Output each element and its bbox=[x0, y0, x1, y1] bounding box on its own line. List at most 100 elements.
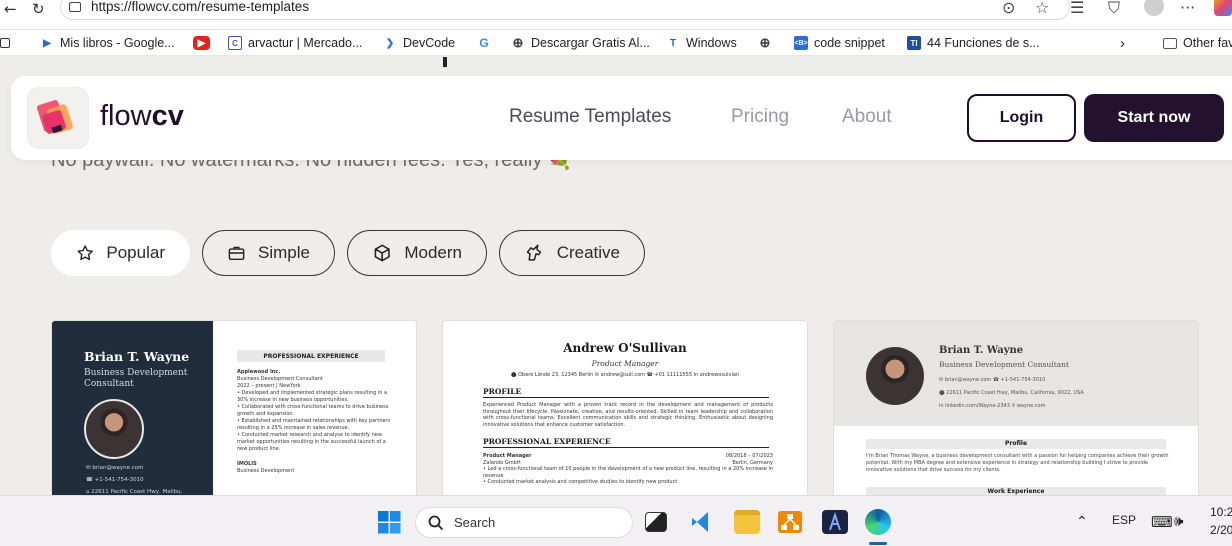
resume-dates: 2022 – present | NewYork bbox=[237, 383, 301, 389]
resume-role: Business Development Consultant bbox=[84, 368, 188, 389]
bookmark-item[interactable]: ⊕ bbox=[758, 35, 772, 51]
bookmark-item[interactable]: ⊕ Descargar Gratis Al... bbox=[511, 35, 650, 51]
volume-icon[interactable]: 🕪 bbox=[1174, 513, 1183, 530]
bookmark-item[interactable]: ▶ bbox=[193, 35, 210, 51]
resume-contact: ☎ +1-541-754-3010 bbox=[86, 477, 144, 483]
resume-profile: I'm Brian Thomas Wayne, a business devel… bbox=[866, 453, 1169, 473]
template-card-3[interactable]: Brian T. Wayne Business Development Cons… bbox=[833, 320, 1199, 495]
filter-label: Simple bbox=[258, 243, 310, 262]
copilot-icon[interactable] bbox=[1214, 0, 1232, 16]
resume-company: IMOLIS bbox=[237, 461, 257, 467]
cube-icon bbox=[374, 244, 390, 262]
resume-bullet: • Conducted market research and analyse … bbox=[237, 432, 386, 452]
resume-experience: Product Manager 08/2018 – 07/2023 Zalando… bbox=[483, 453, 773, 486]
site-header: flowcv Resume Templates Pricing About Lo… bbox=[11, 76, 1232, 160]
bookmark-overflow-icon[interactable] bbox=[0, 35, 10, 51]
resume-bullet-text: Developed and implemented strategic plan… bbox=[237, 390, 388, 403]
logo-text-light: flow bbox=[100, 100, 152, 132]
resume-bullet-text: Conducted market analysis and competitiv… bbox=[487, 479, 678, 485]
windows-taskbar: Search ⌃ ESP ⌨ 🕪 10:2 2/20 bbox=[0, 495, 1232, 546]
clock-time[interactable]: 10:2 bbox=[1210, 505, 1232, 519]
resume-bullet-text: Established and maintained relationships… bbox=[237, 418, 391, 431]
taskbar-search[interactable]: Search bbox=[415, 507, 633, 538]
more-menu-icon[interactable]: ··· bbox=[1180, 0, 1195, 17]
resume-position: Business Development Consultant bbox=[237, 376, 323, 382]
resume-name: Andrew O'Sullivan bbox=[563, 341, 687, 355]
template-card-2[interactable]: Andrew O'Sullivan Product Manager ⬤ Ober… bbox=[442, 320, 808, 495]
filter-simple[interactable]: Simple bbox=[202, 230, 335, 276]
flowcv-logo-icon[interactable] bbox=[27, 87, 89, 149]
resume-profile: Experienced Product Manager with a prove… bbox=[483, 402, 773, 428]
windows-start-icon[interactable] bbox=[378, 511, 401, 534]
globe-icon: ⊕ bbox=[759, 35, 771, 50]
language-indicator[interactable]: ESP bbox=[1112, 513, 1136, 527]
resume-contact: ✉ brian@wayne.com bbox=[86, 465, 144, 471]
shield-icon[interactable]: ⛉ bbox=[1108, 0, 1120, 18]
avatar bbox=[866, 347, 924, 405]
login-button[interactable]: Login bbox=[967, 94, 1076, 142]
edge-browser-icon[interactable] bbox=[865, 509, 891, 535]
unicorn-icon bbox=[526, 244, 542, 261]
vscode-icon[interactable] bbox=[689, 510, 715, 534]
bookmark-label: Windows bbox=[686, 36, 737, 50]
resume-section-header: PROFESSIONAL EXPERIENCE bbox=[483, 437, 769, 448]
play-books-icon: ▶ bbox=[43, 37, 51, 49]
nav-pricing[interactable]: Pricing bbox=[731, 106, 789, 128]
resume-bullet: • Established and maintained relationshi… bbox=[237, 418, 391, 431]
bookmark-label: Mis libros - Google... bbox=[60, 36, 175, 50]
favorites-list-icon[interactable]: ☰ bbox=[1070, 0, 1084, 17]
logo-wordmark[interactable]: flowcv bbox=[100, 100, 184, 133]
profile-avatar-icon[interactable] bbox=[1144, 0, 1164, 16]
clock-date[interactable]: 2/20 bbox=[1210, 523, 1232, 537]
chevron-right-icon[interactable]: › bbox=[1120, 35, 1125, 52]
resume-name: Brian T. Wayne bbox=[84, 349, 190, 364]
youtube-icon: ▶ bbox=[193, 36, 210, 50]
network-icon[interactable]: ⌨ bbox=[1151, 513, 1173, 531]
nav-resume-templates[interactable]: Resume Templates bbox=[509, 106, 671, 128]
bookmark-item[interactable]: T Windows bbox=[666, 35, 737, 51]
bookmark-label: code snippet bbox=[814, 36, 885, 50]
active-app-indicator bbox=[869, 542, 887, 545]
windows-t-icon: T bbox=[669, 37, 677, 49]
resume-bullet-text: Collaborated with cross-functional teams… bbox=[237, 404, 389, 417]
reload-icon[interactable]: ↻ bbox=[32, 0, 45, 18]
start-now-button[interactable]: Start now bbox=[1084, 94, 1224, 142]
address-bar[interactable]: https://flowcv.com/resume-templates bbox=[60, 0, 1070, 20]
file-explorer-icon[interactable] bbox=[734, 510, 760, 534]
resume-section-header: PROFILE bbox=[483, 387, 769, 398]
task-view-icon[interactable] bbox=[645, 512, 667, 532]
resume-company: Applewood Inc. bbox=[237, 369, 281, 375]
bookmark-label: 44 Funciones de s... bbox=[927, 36, 1040, 50]
devcode-icon: ❯ bbox=[385, 37, 395, 49]
bookmark-item[interactable]: ❯ DevCode bbox=[383, 35, 455, 51]
url-text[interactable]: https://flowcv.com/resume-templates bbox=[91, 0, 309, 14]
logo-text-bold: cv bbox=[151, 100, 184, 132]
search-icon bbox=[428, 515, 444, 530]
scroll-artifact bbox=[443, 57, 447, 67]
draw-io-icon[interactable] bbox=[777, 510, 803, 534]
resume-contact: ⬤ Obere Lände 23, 12345 Berlin ✉ andrew@… bbox=[510, 372, 740, 378]
other-favorites[interactable]: Other fav bbox=[1163, 35, 1232, 51]
filter-label: Creative bbox=[556, 243, 620, 262]
filter-creative[interactable]: Creative bbox=[499, 230, 645, 276]
ti-icon: TI bbox=[907, 36, 921, 50]
bookmark-item[interactable]: <B> code snippet bbox=[794, 35, 885, 51]
browser-toolbar: ← ↻ https://flowcv.com/resume-templates … bbox=[0, 0, 1232, 30]
filter-popular[interactable]: Popular bbox=[51, 230, 190, 276]
nav-about[interactable]: About bbox=[842, 106, 892, 128]
favorite-star-icon[interactable]: ☆ bbox=[1035, 0, 1049, 17]
bookmark-item[interactable]: ▶ Mis libros - Google... bbox=[40, 35, 175, 51]
back-arrow-icon[interactable]: ← bbox=[4, 0, 17, 18]
template-card-1[interactable]: Brian T. Wayne Business Development Cons… bbox=[51, 320, 417, 495]
bookmark-item[interactable]: G bbox=[477, 35, 491, 51]
app-a-icon[interactable] bbox=[822, 510, 848, 534]
other-favorites-label: Other fav bbox=[1183, 36, 1232, 50]
bookmark-item[interactable]: TI 44 Funciones de s... bbox=[907, 35, 1040, 51]
google-icon: G bbox=[479, 36, 489, 50]
filter-modern[interactable]: Modern bbox=[347, 230, 487, 276]
reader-mode-icon[interactable]: ⊙ bbox=[1002, 0, 1015, 17]
resume-bullet: • Led a cross-functional team of 10 peop… bbox=[483, 466, 773, 479]
chevron-up-icon[interactable]: ⌃ bbox=[1076, 513, 1088, 530]
resume-bullet: • Conducted market analysis and competit… bbox=[483, 479, 678, 485]
bookmark-item[interactable]: Carvactur | Mercado... bbox=[228, 35, 362, 51]
